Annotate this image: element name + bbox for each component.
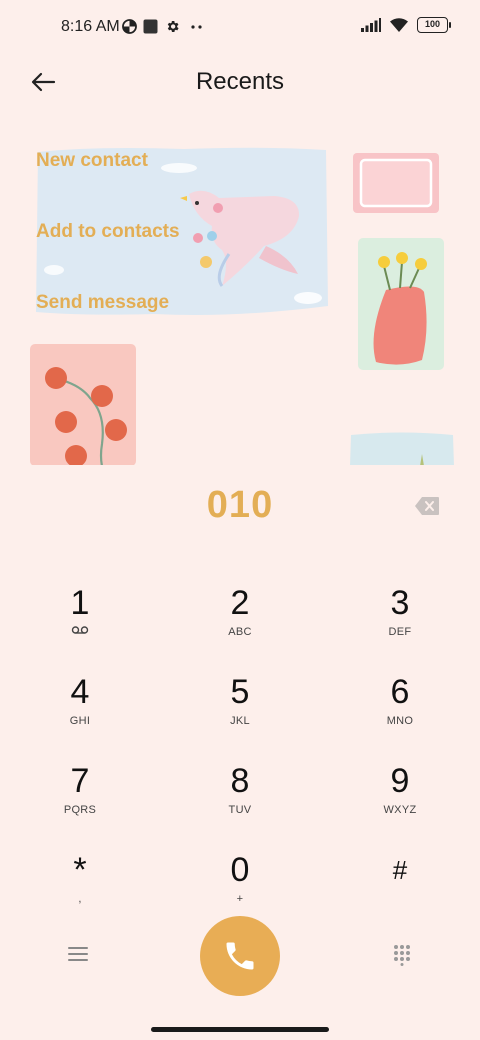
- home-indicator[interactable]: [151, 1027, 329, 1032]
- hamburger-icon[interactable]: [66, 944, 90, 964]
- key-0-digit: 0: [230, 851, 250, 889]
- key-8-letters: TUV: [228, 804, 252, 816]
- signal-icon: [361, 18, 381, 32]
- phone-icon: [226, 942, 254, 970]
- pink-frame-illustration: [353, 153, 439, 213]
- settings-icon: [167, 21, 179, 32]
- key-7-digit: 7: [70, 762, 90, 800]
- header: Recents: [0, 56, 480, 108]
- send-message-option[interactable]: Send message: [36, 292, 169, 314]
- key-star-symbol: *: [73, 851, 87, 889]
- red-berries-illustration: [30, 344, 136, 465]
- key-9-letters: WXYZ: [383, 804, 417, 816]
- key-4-digit: 4: [70, 673, 90, 711]
- key-8[interactable]: 8 TUV: [180, 761, 300, 841]
- dialer-screen: 8:16 AM 100 Recents New contact Add to c…: [0, 0, 480, 1040]
- key-3-letters: DEF: [388, 626, 412, 638]
- key-8-digit: 8: [230, 762, 250, 800]
- key-4-letters: GHI: [69, 715, 91, 727]
- key-9-digit: 9: [390, 762, 410, 800]
- key-2-letters: ABC: [228, 626, 252, 638]
- key-6-letters: MNO: [386, 715, 414, 727]
- dialed-number[interactable]: 010: [0, 484, 480, 527]
- key-1-digit: 1: [70, 584, 90, 622]
- key-2[interactable]: 2 ABC: [180, 583, 300, 663]
- status-right: 100: [361, 17, 451, 33]
- call-button[interactable]: [200, 916, 280, 996]
- voicemail-icon: [71, 626, 89, 634]
- more-notifications-icon: [191, 25, 202, 29]
- status-time: 8:16 AM: [61, 18, 120, 35]
- key-3[interactable]: 3 DEF: [340, 583, 460, 663]
- app-notification-icon: [143, 19, 158, 34]
- key-hash-symbol: #: [392, 855, 408, 885]
- key-6-digit: 6: [390, 673, 410, 711]
- key-4[interactable]: 4 GHI: [20, 672, 140, 752]
- wifi-icon: [390, 18, 408, 32]
- key-9[interactable]: 9 WXYZ: [340, 761, 460, 841]
- flower-vase-illustration: [358, 238, 444, 370]
- key-1[interactable]: 1: [20, 583, 140, 663]
- key-5-letters: JKL: [230, 715, 250, 727]
- data-saver-icon: [122, 19, 137, 34]
- blue-card-illustration: [350, 432, 454, 465]
- contact-options-panel: New contact Add to contacts Send message: [0, 140, 480, 465]
- key-star-sub: ,: [78, 893, 82, 905]
- add-to-contacts-option[interactable]: Add to contacts: [36, 221, 180, 243]
- key-hash[interactable]: #: [340, 850, 460, 930]
- key-5[interactable]: 5 JKL: [180, 672, 300, 752]
- new-contact-option[interactable]: New contact: [36, 150, 148, 172]
- dialpad-icon[interactable]: [392, 944, 412, 966]
- backspace-icon[interactable]: [414, 496, 440, 516]
- key-0-sub: +: [236, 893, 244, 905]
- key-7[interactable]: 7 PQRS: [20, 761, 140, 841]
- key-7-letters: PQRS: [63, 804, 97, 816]
- key-3-digit: 3: [390, 584, 410, 622]
- key-5-digit: 5: [230, 673, 250, 711]
- battery-icon: 100: [417, 17, 451, 33]
- page-title: Recents: [195, 68, 285, 95]
- key-6[interactable]: 6 MNO: [340, 672, 460, 752]
- status-bar: 8:16 AM 100: [0, 0, 480, 56]
- key-2-digit: 2: [230, 584, 250, 622]
- key-star[interactable]: * ,: [20, 850, 140, 930]
